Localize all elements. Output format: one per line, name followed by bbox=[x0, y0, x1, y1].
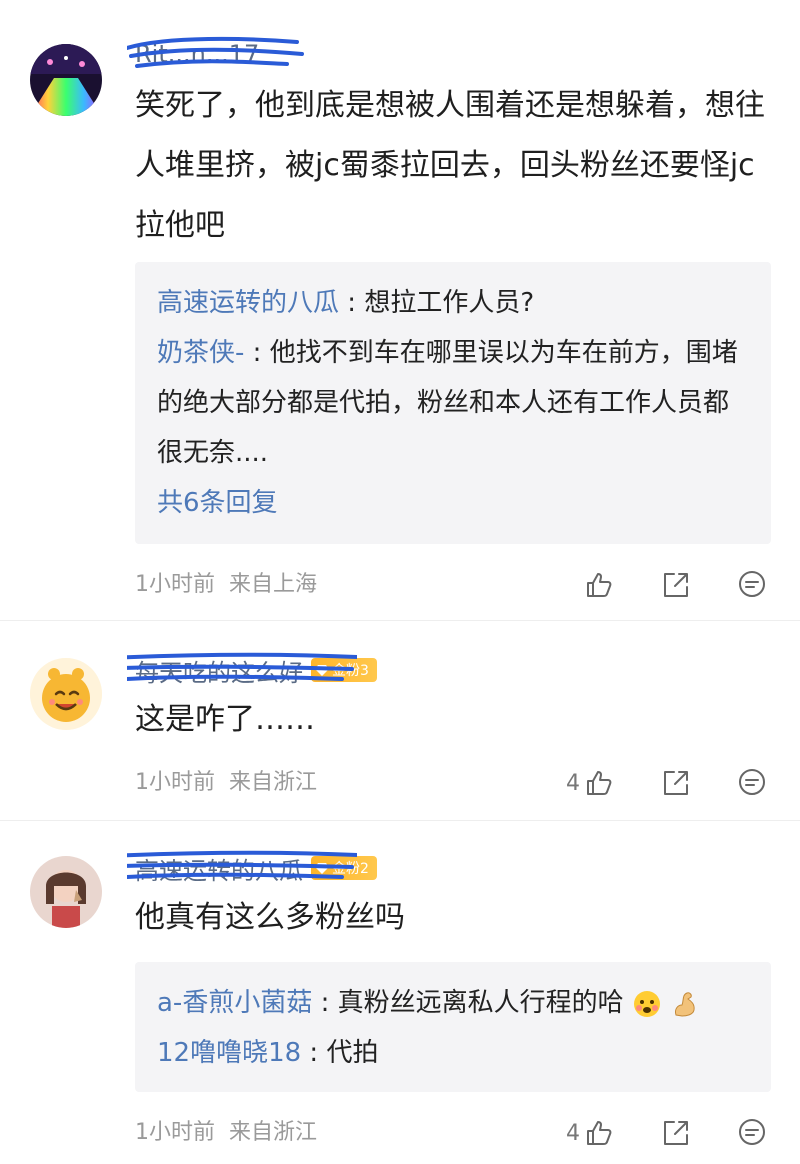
fan-level-badge[interactable]: 金粉2 bbox=[311, 856, 377, 880]
like-count: 4 bbox=[566, 770, 580, 796]
share-button[interactable] bbox=[660, 767, 692, 799]
like-button[interactable]: 4 bbox=[566, 1117, 616, 1149]
reply-item[interactable]: 奶茶侠- : 他找不到车在哪里误以为车在前方，围堵的绝大部分都是代拍，粉丝和本人… bbox=[157, 328, 749, 478]
divider bbox=[0, 620, 800, 621]
comment-icon bbox=[739, 571, 765, 597]
thumb-up-icon bbox=[587, 573, 612, 597]
flushed-face-icon bbox=[633, 990, 660, 1017]
reply-button[interactable] bbox=[736, 569, 768, 601]
reply-text: 真粉丝远离私人行程的哈 bbox=[337, 988, 624, 1018]
gem-icon bbox=[315, 863, 329, 874]
reply-preview-box[interactable]: a-香煎小菌菇 : 真粉丝远离私人行程的哈 12噜噜晓18 : 代拍 bbox=[135, 962, 771, 1092]
timestamp: 1小时前 bbox=[135, 1120, 215, 1145]
share-button[interactable] bbox=[660, 569, 692, 601]
reply-item[interactable]: 12噜噜晓18 : 代拍 bbox=[157, 1028, 749, 1078]
like-button[interactable]: 4 bbox=[566, 767, 616, 799]
like-count: 4 bbox=[566, 1120, 580, 1146]
username[interactable]: 每天吃的这么好 bbox=[127, 652, 357, 688]
reply-username[interactable]: a-香煎小菌菇 bbox=[157, 988, 312, 1018]
thumb-up-icon bbox=[587, 771, 612, 795]
reply-text: 代拍 bbox=[326, 1038, 379, 1068]
comment-icon bbox=[739, 1119, 765, 1145]
more-replies-link[interactable]: 共6条回复 bbox=[157, 478, 749, 528]
fan-level-badge[interactable]: 金粉3 bbox=[311, 658, 377, 682]
action-bar: 4 bbox=[522, 1113, 768, 1153]
comment-icon bbox=[739, 769, 765, 795]
reply-text: 想拉工作人员? bbox=[364, 288, 535, 318]
reply-username[interactable]: 12噜噜晓18 bbox=[157, 1038, 301, 1068]
reply-preview-box[interactable]: 高速运转的八瓜 : 想拉工作人员? 奶茶侠- : 他找不到车在哪里误以为车在前方… bbox=[135, 262, 771, 544]
location: 来自浙江 bbox=[229, 1120, 318, 1145]
username-row: Rit...n...17 bbox=[127, 36, 304, 72]
like-button[interactable] bbox=[580, 569, 616, 601]
comment-text: 笑死了，他到底是想被人围着还是想躲着，想往人堆里挤，被jc蜀黍拉回去，回头粉丝还… bbox=[135, 88, 765, 243]
thumb-up-icon bbox=[587, 1121, 612, 1145]
reply-username[interactable]: 高速运转的八瓜 bbox=[157, 288, 339, 318]
action-bar: 4 bbox=[522, 763, 768, 803]
share-icon bbox=[664, 771, 688, 795]
location: 来自上海 bbox=[229, 572, 318, 597]
comment-text: 这是咋了…… bbox=[135, 702, 315, 737]
avatar[interactable] bbox=[30, 856, 102, 928]
share-button[interactable] bbox=[660, 1117, 692, 1149]
action-bar bbox=[536, 565, 768, 605]
avatar[interactable] bbox=[30, 44, 102, 116]
timestamp: 1小时前 bbox=[135, 572, 215, 597]
reply-username[interactable]: 奶茶侠- bbox=[157, 338, 244, 368]
username[interactable]: Rit...n...17 bbox=[127, 36, 304, 68]
username-row: 高速运转的八瓜 金粉2 bbox=[127, 850, 377, 886]
reply-button[interactable] bbox=[736, 767, 768, 799]
username-row: 每天吃的这么好 金粉3 bbox=[127, 652, 377, 688]
comment-meta: 1小时前 来自上海 bbox=[135, 570, 331, 600]
username[interactable]: 高速运转的八瓜 bbox=[127, 850, 357, 886]
reply-button[interactable] bbox=[736, 1117, 768, 1149]
share-icon bbox=[664, 1121, 688, 1145]
divider bbox=[0, 820, 800, 821]
gem-icon bbox=[315, 665, 329, 676]
location: 来自浙江 bbox=[229, 770, 318, 795]
reply-item[interactable]: a-香煎小菌菇 : 真粉丝远离私人行程的哈 bbox=[157, 978, 749, 1028]
comment-text: 他真有这么多粉丝吗 bbox=[135, 900, 405, 935]
flexed-biceps-icon bbox=[675, 991, 695, 1017]
avatar[interactable] bbox=[30, 658, 102, 730]
share-icon bbox=[664, 573, 688, 597]
comment-meta: 1小时前 来自浙江 bbox=[135, 768, 331, 798]
reply-item[interactable]: 高速运转的八瓜 : 想拉工作人员? bbox=[157, 278, 749, 328]
timestamp: 1小时前 bbox=[135, 770, 215, 795]
comment-meta: 1小时前 来自浙江 bbox=[135, 1118, 331, 1148]
